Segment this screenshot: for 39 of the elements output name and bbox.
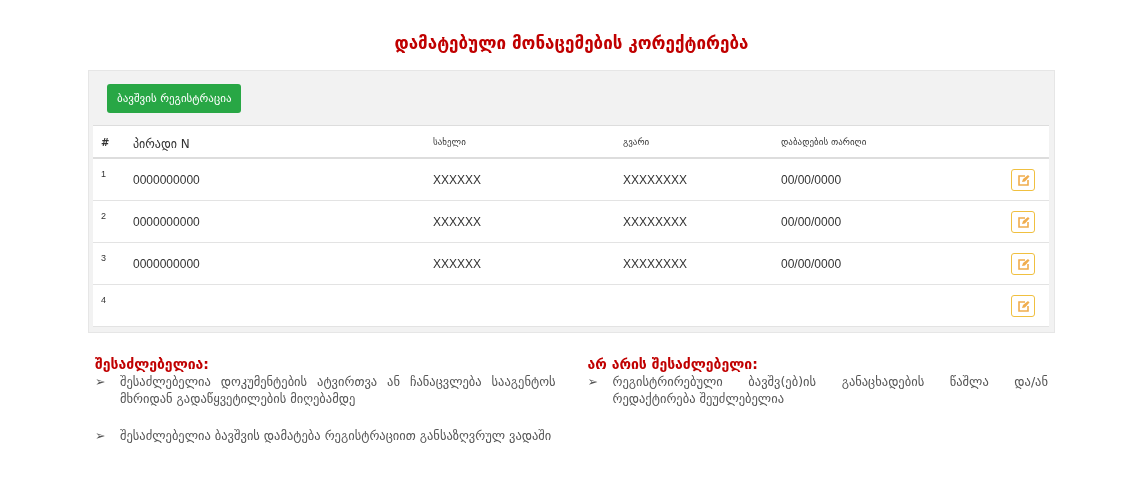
edit-icon <box>1016 300 1030 312</box>
edit-icon <box>1016 258 1030 270</box>
page-title: დამატებული მონაცემების კორექტირება <box>393 32 750 55</box>
section-heading: არ არის შესაძლებელი: <box>587 355 759 373</box>
row-number: 4 <box>100 294 107 305</box>
column-header: სახელი <box>433 136 467 147</box>
row-number: 2 <box>100 210 107 221</box>
column-header: დაბადების თარიღი <box>781 136 868 147</box>
table-cell-text: 0000000000 <box>132 172 201 187</box>
table-cell-text: 00/00/0000 <box>781 214 843 229</box>
table-cell-text: XXXXXXXX <box>623 172 689 187</box>
edit-button[interactable] <box>1011 253 1035 275</box>
column-header: გვარი <box>623 136 651 147</box>
bullet-arrow: ➢ <box>587 373 599 391</box>
table-cell-text: 0000000000 <box>132 214 201 229</box>
note-text: რეგისტრირებული ბავშვ(ებ)ის განაცხადების წაშლა და/ან რედაქტირება შეუძლებელია <box>612 373 1048 407</box>
edit-icon <box>1016 216 1030 228</box>
bullet-arrow: ➢ <box>95 373 107 391</box>
table-cell-text: 00/00/0000 <box>781 256 843 271</box>
edit-button[interactable] <box>1011 169 1035 191</box>
row-number: 1 <box>100 168 107 179</box>
section-heading: შესაძლებელია: <box>95 355 210 373</box>
table-cell-text: XXXXXXXX <box>623 256 689 271</box>
table-cell-text: 0000000000 <box>132 256 201 271</box>
register-button[interactable]: ბავშვის რეგისტრაცია <box>107 83 242 113</box>
table-cell-text: XXXXXX <box>433 172 483 187</box>
table-cell-text: XXXXXX <box>433 214 483 229</box>
edit-button[interactable] <box>1011 211 1035 233</box>
table-cell-text: 00/00/0000 <box>781 172 843 187</box>
table-cell-text: XXXXXXXX <box>623 214 689 229</box>
note-text: შესაძლებელია დოკუმენტების ატვირთვა ან ჩანაცვლება სააგენტოს მხრიდან გადაწყვეტილების მიღებამდე <box>120 373 556 407</box>
column-header: პირადი N <box>132 136 191 151</box>
column-header: # <box>100 136 111 148</box>
edit-button[interactable] <box>1011 295 1035 317</box>
table-cell-text: XXXXXX <box>433 256 483 271</box>
note-text: შესაძლებელია ბავშვის დამატება რეგისტრაციით განსაზღვრულ ვადაში <box>120 427 553 444</box>
edit-icon <box>1016 174 1030 186</box>
row-number: 3 <box>100 252 107 263</box>
bullet-arrow: ➢ <box>95 427 107 444</box>
